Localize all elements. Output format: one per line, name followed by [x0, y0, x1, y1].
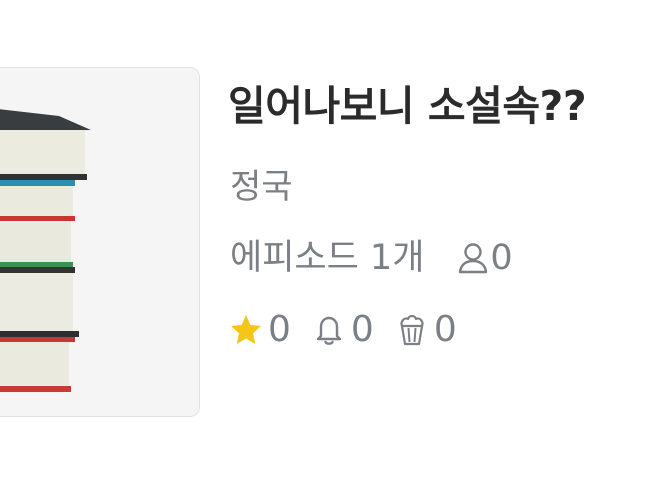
reader-count: 0 [456, 234, 513, 282]
popcorn-count-value: 0 [433, 309, 457, 350]
star-count[interactable]: 0 [228, 306, 291, 354]
star-count-value: 0 [268, 309, 291, 350]
stats-row: 0 0 0 [228, 306, 477, 354]
author-name[interactable]: 정국 [230, 164, 293, 210]
cover-image[interactable] [0, 67, 200, 417]
star-icon [231, 315, 261, 344]
novel-title[interactable]: 일어나보니 소설속?? [228, 78, 587, 134]
person-icon [459, 243, 488, 274]
popcorn-icon [400, 314, 424, 346]
subscriber-count[interactable]: 0 [311, 306, 374, 354]
novel-card[interactable]: 일어나보니 소설속?? 정국 에피소드 1개 0 0 0 0 [0, 0, 672, 504]
subscriber-count-value: 0 [350, 309, 374, 350]
episode-count: 에피소드 1개 [230, 238, 425, 278]
reader-count-value: 0 [490, 238, 513, 278]
popcorn-count[interactable]: 0 [394, 306, 457, 354]
book-stack-illustration [0, 68, 199, 416]
meta-row: 에피소드 1개 0 [230, 234, 513, 282]
bell-icon [316, 316, 342, 345]
